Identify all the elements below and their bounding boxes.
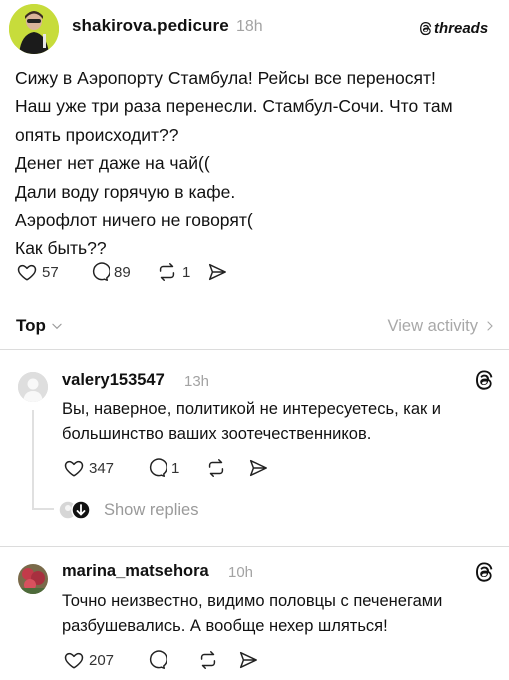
share-icon bbox=[237, 649, 259, 671]
repost-icon bbox=[156, 261, 178, 283]
heart-icon bbox=[16, 261, 38, 283]
heart-icon bbox=[63, 457, 85, 479]
comment-username[interactable]: marina_matsehora bbox=[62, 562, 209, 581]
reply-count: 1 bbox=[171, 459, 180, 477]
post-line: Наш уже три раза перенесли. Стамбул-Сочи… bbox=[15, 96, 453, 117]
comment-actions: 347 1 bbox=[63, 457, 269, 479]
comment-avatar[interactable] bbox=[18, 564, 48, 594]
threads-logo-icon bbox=[473, 561, 495, 588]
repost-icon bbox=[197, 649, 219, 671]
sort-label: Top bbox=[16, 316, 46, 335]
threads-brand: threads bbox=[418, 20, 488, 37]
like-button[interactable]: 207 bbox=[63, 649, 129, 671]
like-button[interactable]: 347 bbox=[63, 457, 129, 479]
post-username[interactable]: shakirova.pedicure bbox=[72, 16, 229, 36]
chevron-right-icon bbox=[484, 319, 496, 333]
thread-line-elbow bbox=[32, 508, 54, 510]
thread-line bbox=[32, 410, 34, 510]
comment-avatar[interactable] bbox=[18, 372, 48, 402]
post-line: Аэрофлот ничего не говорят( bbox=[15, 210, 253, 231]
view-activity-link[interactable]: View activity bbox=[388, 317, 496, 336]
replies-sort-row: Top View activity bbox=[16, 316, 496, 336]
comment-icon bbox=[145, 649, 167, 671]
reply-button[interactable] bbox=[145, 649, 167, 671]
share-button[interactable] bbox=[247, 457, 269, 479]
reply-button[interactable]: 89 bbox=[88, 261, 150, 283]
reply-avatars-icon bbox=[58, 500, 92, 520]
post-avatar[interactable] bbox=[9, 4, 59, 54]
sort-dropdown[interactable]: Top bbox=[16, 316, 64, 336]
threads-logo-icon bbox=[418, 21, 433, 36]
comment-actions: 207 bbox=[63, 649, 259, 671]
comment-body: Точно неизвестно, видимо половцы с печен… bbox=[62, 589, 442, 639]
heart-icon bbox=[63, 649, 85, 671]
chevron-down-icon bbox=[50, 319, 64, 333]
share-icon bbox=[247, 457, 269, 479]
post-line: опять происходит?? bbox=[15, 124, 179, 145]
show-replies-label: Show replies bbox=[104, 500, 199, 519]
share-button[interactable] bbox=[206, 261, 228, 283]
comment-body: Вы, наверное, политикой не интересуетесь… bbox=[62, 397, 441, 447]
repost-button[interactable] bbox=[197, 649, 219, 671]
post-line: Денег нет даже на чай(( bbox=[15, 153, 210, 174]
post-actions: 57 89 1 bbox=[16, 261, 228, 283]
repost-icon bbox=[205, 457, 227, 479]
repost-count: 1 bbox=[182, 263, 191, 281]
post-timestamp: 18h bbox=[236, 18, 263, 35]
threads-logo-icon bbox=[473, 369, 495, 396]
comment-username[interactable]: valery153547 bbox=[62, 371, 165, 390]
like-button[interactable]: 57 bbox=[16, 261, 74, 283]
comment-timestamp: 13h bbox=[184, 373, 210, 390]
comment-timestamp: 10h bbox=[228, 564, 254, 581]
divider bbox=[0, 546, 509, 547]
post-line: Как быть?? bbox=[15, 238, 107, 259]
post-line: Дали воду горячую в кафе. bbox=[15, 181, 236, 202]
like-count: 347 bbox=[89, 459, 115, 477]
post-body: Сижу в Аэропорту Стамбула! Рейсы все пер… bbox=[15, 64, 500, 263]
divider bbox=[0, 349, 509, 350]
show-replies-button[interactable]: Show replies bbox=[58, 500, 198, 520]
share-icon bbox=[206, 261, 228, 283]
comment-icon bbox=[88, 261, 110, 283]
comment-line: разбушевались. А вообще нехер шляться! bbox=[62, 617, 388, 635]
like-count: 207 bbox=[89, 651, 115, 669]
threads-brand-label: threads bbox=[434, 20, 489, 37]
reply-button[interactable]: 1 bbox=[145, 457, 195, 479]
repost-button[interactable] bbox=[205, 457, 227, 479]
repost-button[interactable]: 1 bbox=[156, 261, 204, 283]
comment-line: Вы, наверное, политикой не интересуетесь… bbox=[62, 400, 442, 418]
comment-icon bbox=[145, 457, 167, 479]
post-line: Сижу в Аэропорту Стамбула! Рейсы все пер… bbox=[15, 68, 436, 88]
like-count: 57 bbox=[42, 263, 59, 281]
view-activity-label: View activity bbox=[387, 316, 478, 335]
comment-line: Точно неизвестно, видимо половцы с печен… bbox=[62, 592, 443, 610]
reply-count: 89 bbox=[114, 263, 131, 281]
share-button[interactable] bbox=[237, 649, 259, 671]
comment-line: большинство ваших зоотечественников. bbox=[62, 425, 372, 443]
